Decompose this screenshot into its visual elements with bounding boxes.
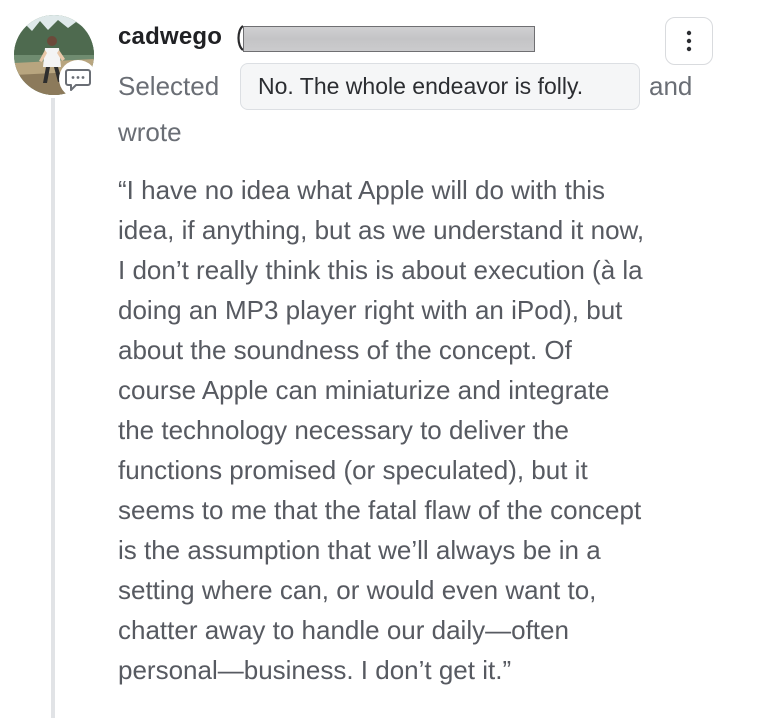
quote-line: the technology necessary to deliver the [118,415,569,445]
quote-line: about the soundness of the concept. Of [118,335,572,365]
selected-label: Selected [118,71,220,101]
comment-bubble-icon [65,69,91,91]
quote-line: personal—business. I don’t get it.” [118,655,512,685]
quote-line: “I have no idea what Apple will do with … [118,175,606,205]
quote-line: idea, if anything, but as we understand … [118,215,645,245]
thread-line [51,98,55,718]
quote-line: chatter away to handle our daily—often [118,615,569,645]
and-label: and [649,71,693,101]
selected-option-chip[interactable]: No. The whole endeavor is folly. [240,63,640,110]
username-redaction [243,26,535,52]
quote-line: functions promised (or speculated), but … [118,455,588,485]
wrote-label: wrote [118,117,182,147]
more-vertical-icon [686,30,692,52]
quote-line: course Apple can miniaturize and integra… [118,375,610,405]
quote-line: I don’t really think this is about execu… [118,255,643,285]
quote-line: doing an MP3 player right with an iPod),… [118,295,623,325]
quote-line: setting where can, or would even want to… [118,575,597,605]
more-options-button[interactable] [665,17,713,65]
comment-quote: “I have no idea what Apple will do with … [118,170,728,690]
quote-line: seems to me that the fatal flaw of the c… [118,495,642,525]
username[interactable]: cadwego [118,22,222,52]
comment-badge [59,60,97,98]
quote-line: is the assumption that we’ll always be i… [118,535,601,565]
